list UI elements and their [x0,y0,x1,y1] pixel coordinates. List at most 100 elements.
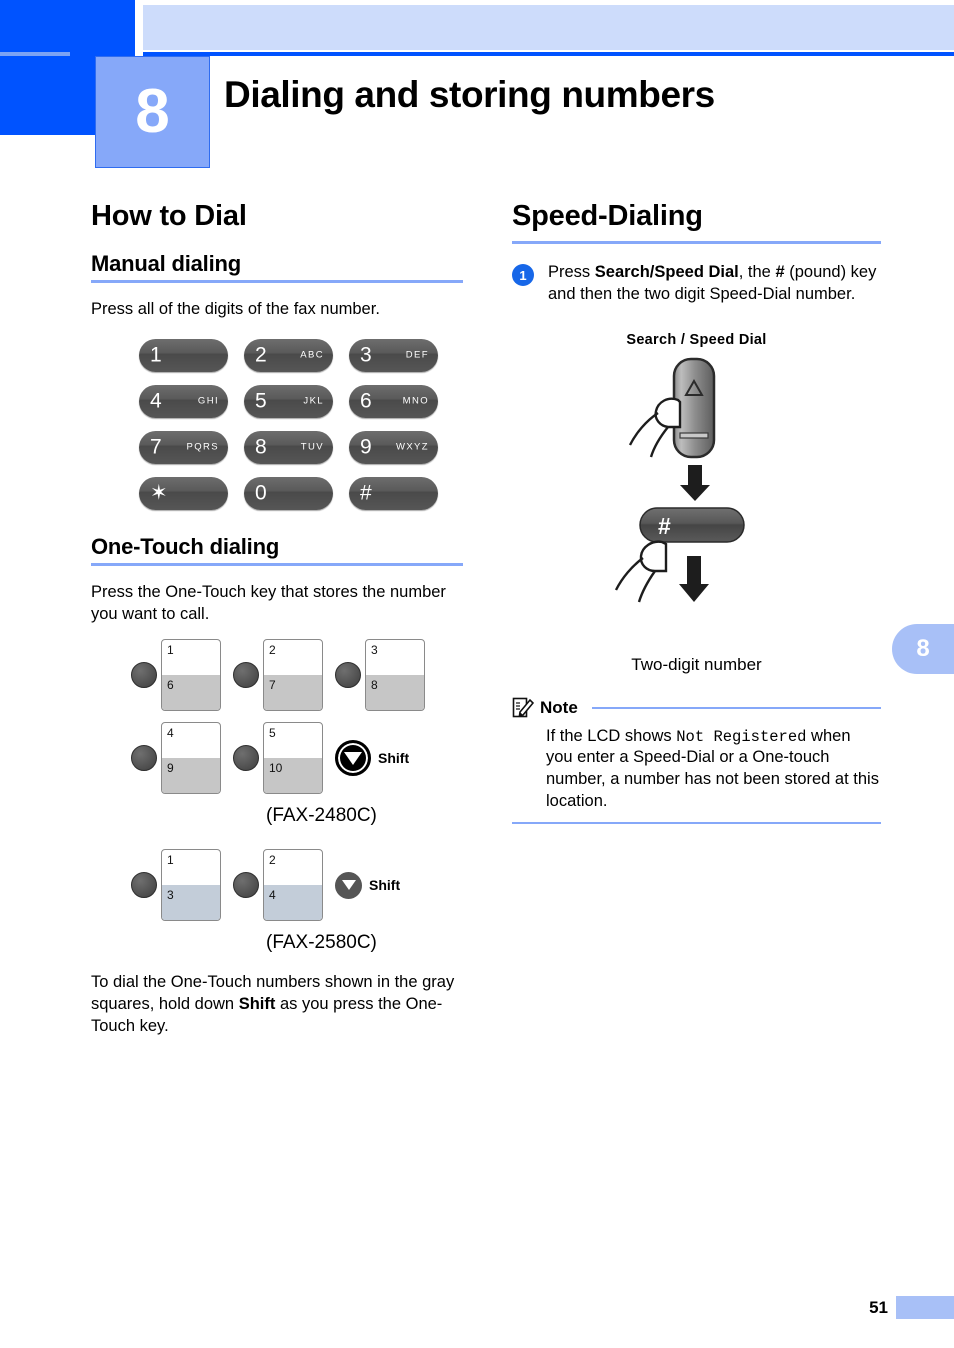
one-touch-row: 4 9 5 10 Shift [131,722,463,795]
section-title-how-to-dial: How to Dial [91,200,247,232]
note-bottom-rule [512,821,881,824]
dialpad-key-4[interactable]: 4 GHI [139,384,228,418]
dialpad-key-1[interactable]: 1 [139,338,228,372]
footnote-shift-bold: Shift [238,995,276,1014]
one-touch-indicator-dot [233,745,259,772]
one-touch-key[interactable]: 13 [161,849,221,922]
one-touch-key[interactable]: 38 [365,639,425,712]
dialpad-key-digit: 5 [255,389,267,413]
shift-button[interactable] [335,740,371,777]
note-header-rule [591,706,881,709]
chapter-side-tab: 8 [892,624,954,674]
heading-manual-dialing: Manual dialing [91,251,241,276]
one-touch-key-shift-zone: 9 [162,758,220,794]
one-touch-key-bottom-number: 7 [269,678,276,693]
chapter-number: 8 [135,77,170,146]
one-touch-key-shift-zone: 7 [264,675,322,711]
shift-control: Shift [335,740,410,777]
one-touch-key-bottom-number: 3 [167,888,174,903]
header-band [143,5,954,50]
shift-control: Shift [335,871,401,899]
dialpad-key-digit: # [360,481,372,505]
header-rule-left [0,52,70,56]
footnote-line-2c: as you press [275,995,374,1014]
shift-label: Shift [378,750,410,767]
one-touch-diagram-2480c: 1 6 2 7 3 8 4 9 5 10 Shift [131,639,463,795]
hash-key-label: # [658,513,671,539]
dialpad-key-digit: 4 [150,389,162,413]
one-touch-key[interactable]: 24 [263,849,323,922]
dialpad-key-digit: 7 [150,435,162,459]
dialpad-key-digit: 8 [255,435,267,459]
one-touch-row: 1 3 2 4 Shift [131,849,463,922]
one-touch-indicator-dot [131,872,157,899]
one-touch-key[interactable]: 49 [161,722,221,795]
dialpad-key-8[interactable]: 8 TUV [244,430,333,464]
page-number: 51 [869,1298,888,1317]
left-column: How to Dial Manual dialing Press all of … [91,200,463,1052]
illustration-bottom-caption: Two-digit number [631,654,762,674]
note-title: Note [540,697,578,717]
one-touch-key[interactable]: 16 [161,639,221,712]
one-touch-key-bottom-number: 4 [269,888,276,903]
dialpad-key-letters: ABC [300,349,324,361]
one-touch-key-shift-zone: 10 [264,758,322,794]
right-column: Speed-Dialing 1 Press Search/Speed Dial,… [512,200,881,824]
shift-label: Shift [369,877,401,894]
one-touch-unit: 16 [131,639,221,712]
one-touch-key-bottom-number: 6 [167,678,174,693]
dialpad-key-digit: 6 [360,389,372,413]
dialpad-key-letters: TUV [300,441,324,453]
one-touch-key-shift-zone: 8 [366,675,424,711]
dialpad-key-letters: JKL [303,395,324,407]
dialpad-key-digit: 3 [360,343,372,367]
one-touch-key-bottom-number: 9 [167,761,174,776]
one-touch-indicator-dot [335,662,361,689]
one-touch-key-shift-zone: 6 [162,675,220,711]
triangle-down-icon [341,880,356,891]
step1-t1: Press [548,263,595,281]
speed-dial-illustration: Search / Speed Dial # Two-digit number [512,332,881,675]
one-touch-indicator-dot [233,662,259,689]
dialpad-key-digit: ✶ [150,481,168,505]
one-touch-footnote: To dial the One-Touch numbers shown in t… [91,972,463,1037]
one-touch-diagram-2580c: 1 3 2 4 Shift [131,849,463,922]
dialpad-key-hash[interactable]: # [349,476,438,510]
dialpad-key-5[interactable]: 5 JKL [244,384,333,418]
dialpad-key-0[interactable]: 0 [244,476,333,510]
manual-dialing-body: Press all of the digits of the fax numbe… [91,300,380,318]
dialpad-key-3[interactable]: 3 DEF [349,338,438,372]
note-body: If the LCD shows Not Registered when you… [546,726,881,813]
heading-rule [91,280,463,283]
page-footer: 51 [0,1288,954,1348]
note-header: Note [512,697,881,719]
one-touch-unit: 38 [335,639,425,712]
dialpad-key-7[interactable]: 7 PQRS [139,430,228,464]
one-touch-key[interactable]: 27 [263,639,323,712]
one-touch-key-top-number: 5 [269,726,276,741]
model-label-2580c: (FAX-2580C) [266,932,377,954]
one-touch-key[interactable]: 5 10 [263,722,323,795]
dialpad-key-digit: 2 [255,343,267,367]
dialpad-key-star[interactable]: ✶ [139,476,228,510]
header-rule [143,52,954,56]
dialpad-key-digit: 9 [360,435,372,459]
one-touch-key-top-number: 1 [167,643,174,658]
one-touch-row: 162738 [131,639,463,712]
one-touch-key-top-number: 3 [371,643,378,658]
one-touch-key-shift-zone: 4 [264,885,322,921]
heading-one-touch-dialing: One-Touch dialing [91,533,280,559]
dialpad-key-letters: MNO [402,395,429,407]
one-touch-key-top-number: 2 [269,643,276,658]
illustration-top-caption: Search / Speed Dial [626,331,767,348]
step-1-text: Press Search/Speed Dial, the # (pound) k… [548,262,881,306]
dialpad-row: 7 PQRS 8 TUV 9 WXYZ [139,430,439,464]
dialpad-key-letters: DEF [405,349,429,361]
dialpad-key-6[interactable]: 6 MNO [349,384,438,418]
step1-search-speed-dial-bold: Search/Speed Dial [594,263,739,281]
dialpad-key-9[interactable]: 9 WXYZ [349,430,438,464]
one-touch-unit: 13 [131,849,221,922]
dialpad-key-2[interactable]: 2 ABC [244,338,333,372]
one-touch-indicator-dot [131,662,157,689]
shift-button[interactable] [335,871,362,899]
